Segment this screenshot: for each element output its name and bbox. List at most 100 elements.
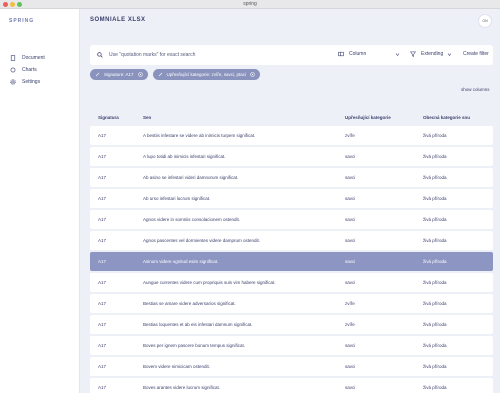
table-cell: živá příroda [423,322,447,327]
table-row[interactable]: A17 Boves per ignem pascere bonum tempus … [90,336,493,355]
table-row[interactable]: A17 Asinum videre ognitud esim significat… [90,252,493,271]
brand-logo: SPRING [9,18,35,24]
table-cell: A17 [98,175,107,180]
table-cell: živá příroda [423,133,447,138]
edit-icon [158,72,162,77]
table-cell: A17 [98,280,107,285]
columns-label: Column [349,51,367,57]
table-cell: A17 [98,259,107,264]
chevron-down-icon[interactable] [395,52,400,57]
table-cell: Ab asino se infestari videri damnorum si… [143,175,239,180]
table-cell: savci [345,364,356,369]
table-cell: živá příroda [423,301,447,306]
table-cell: Aungue currentes videre cum propriquis s… [143,280,276,285]
circle-icon [10,67,16,73]
table-cell: živá příroda [423,259,447,264]
column-header[interactable]: Obecná kategorie snu [423,115,488,120]
filter-chip-label: Upřesňující kategorie: zvíře, savci, pta… [166,72,247,77]
table-row[interactable]: A17 Bestias loquentes et ab eis infestari… [90,315,493,334]
table-cell: Agnos videre in somniis consolacionem os… [143,217,241,222]
table-cell: A17 [98,238,107,243]
create-filter-button[interactable]: Create filter [463,51,489,57]
window-title: spring [243,1,257,7]
sidebar-item-document[interactable]: Document [10,52,45,64]
active-filters: Signature: A17 Upřesňující kategorie: zv… [90,69,265,80]
table-cell: A17 [98,154,107,159]
table-cell: A17 [98,301,107,306]
table-cell: živá příroda [423,343,447,348]
sidebar-item-settings[interactable]: Settings [10,76,45,88]
filter-chip[interactable]: Upřesňující kategorie: zvíře, savci, pta… [152,69,261,80]
table-cell: Bestias se amare videre adversarios sign… [143,301,236,306]
column-header[interactable]: Upřesňující kategorie [345,115,415,120]
table-header: Signatura Sen Upřesňující kategorie Obec… [90,110,493,126]
table-cell: savci [345,217,356,222]
table-cell: Boves arantes videre lucrum significat. [143,385,221,390]
table-cell: živá příroda [423,175,447,180]
table-cell: A17 [98,217,107,222]
search-input[interactable] [109,50,329,60]
gear-icon [10,79,16,85]
sidebar-item-charts[interactable]: Charts [10,64,45,76]
table-cell: zvíře [345,322,355,327]
filter-label: Extending [421,51,444,57]
table-cell: A17 [98,196,107,201]
sidebar-item-label: Settings [22,79,41,85]
show-columns-link[interactable]: show columns [461,87,490,92]
table-cell: Bestias loquentes et ab eis infestari da… [143,322,253,327]
table-cell: živá příroda [423,280,447,285]
table-row[interactable]: A17 Ab asino se infestari videri damnorum… [90,168,493,187]
table-cell: savci [345,154,356,159]
sidebar-item-label: Charts [22,67,37,73]
filter-icon [410,51,416,57]
table-cell: savci [345,238,356,243]
sidebar-item-label: Document [22,55,45,61]
table-cell: Bovem videre nimicicam ostendit. [143,364,211,369]
chevron-down-icon[interactable] [447,52,452,57]
table-row[interactable]: A17 A bestiis infestare se videre ab inim… [90,126,493,145]
table-cell: živá příroda [423,154,447,159]
filter-chip-label: Signature: A17 [104,72,134,77]
table-cell: Asinum videre ognitud esim significat. [143,259,219,264]
close-icon[interactable] [137,72,143,77]
edit-icon [95,72,100,77]
table-cell: A17 [98,133,107,138]
column-header[interactable]: Signatura [98,115,138,120]
app-window: spring SPRING Document Charts Settings S… [0,0,500,393]
filter-chip[interactable]: Signature: A17 [90,69,148,80]
sidebar: SPRING Document Charts Settings [0,9,80,393]
search-toolbar: Column Extending Create filter [90,45,493,65]
table-cell: A bestiis infestare se videre ab inimici… [143,133,256,138]
table-cell: A17 [98,364,107,369]
table-cell: savci [345,175,356,180]
columns-icon [338,51,344,57]
table-cell: živá příroda [423,385,447,390]
page-title: SOMNIALE XLSX [90,17,146,23]
table-row[interactable]: A17 Aungue currentes videre cum propriqui… [90,273,493,292]
columns-dropdown[interactable]: Column [338,51,366,57]
table-row[interactable]: A17 Agnos videre in somniis consolacionem… [90,210,493,229]
table-cell: savci [345,343,356,348]
table-cell: živá příroda [423,217,447,222]
table-cell: A17 [98,322,107,327]
table-cell: Boves per ignem pascere bonum tempus sig… [143,343,246,348]
table-cell: savci [345,385,356,390]
table-cell: savci [345,259,356,264]
filter-dropdown[interactable]: Extending [410,51,443,57]
table-cell: živá příroda [423,238,447,243]
column-header[interactable]: Sen [143,115,338,120]
table-row[interactable]: A17 Ab urso infestari lucrum significat. s… [90,189,493,208]
table-row[interactable]: A17 A lupo totidi ab inimicis infestari s… [90,147,493,166]
close-icon[interactable] [250,72,255,77]
table-cell: zvíře [345,133,355,138]
document-icon [10,55,16,61]
avatar[interactable]: ON [478,14,492,28]
table-cell: zvíře [345,301,355,306]
search-icon [97,52,103,58]
table-row[interactable]: A17 Bovem videre nimicicam ostendit. savci… [90,357,493,376]
table-cell: živá příroda [423,364,447,369]
table-row[interactable]: A17 Agnos pascentes vel dormientes videre… [90,231,493,250]
table-row[interactable]: A17 Boves arantes videre lucrum significa… [90,378,493,393]
table-row[interactable]: A17 Bestias se amare videre adversarios s… [90,294,493,313]
table-cell: Agnos pascentes vel dormientes videre da… [143,238,261,243]
